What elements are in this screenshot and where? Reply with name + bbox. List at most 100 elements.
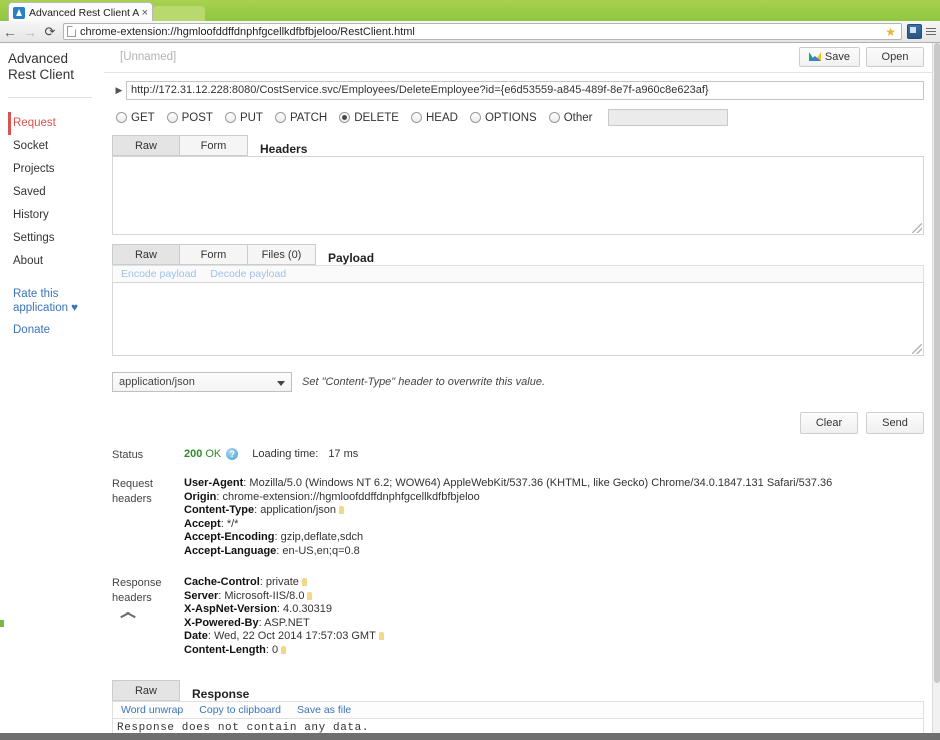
method-patch[interactable]: PATCH bbox=[274, 112, 327, 124]
hint-bulb-icon[interactable] bbox=[378, 632, 384, 640]
hint-bulb-icon[interactable] bbox=[301, 578, 307, 586]
chevron-up-icon[interactable] bbox=[120, 610, 136, 619]
encode-payload-link[interactable]: Encode payload bbox=[121, 268, 196, 280]
header-line: X-Powered-By: ASP.NET bbox=[184, 617, 932, 631]
resize-handle[interactable] bbox=[912, 223, 922, 233]
scrollbar-thumb[interactable] bbox=[934, 43, 940, 683]
tab-headers-form[interactable]: Form bbox=[180, 135, 248, 156]
header-line: Accept: */* bbox=[184, 518, 932, 532]
sidebar-item-label: Projects bbox=[13, 163, 55, 175]
clear-button[interactable]: Clear bbox=[800, 412, 858, 434]
favicon-icon bbox=[13, 6, 25, 19]
request-url-input[interactable]: http://172.31.12.228:8080/CostService.sv… bbox=[126, 81, 924, 100]
tab-label: Raw bbox=[134, 684, 157, 697]
radio-icon[interactable] bbox=[116, 112, 127, 123]
help-icon[interactable]: ? bbox=[226, 448, 239, 460]
bookmark-star-icon[interactable]: ★ bbox=[883, 25, 898, 39]
save-button-label: Save bbox=[824, 51, 850, 63]
radio-icon[interactable] bbox=[469, 112, 481, 123]
method-options[interactable]: OPTIONS bbox=[469, 111, 537, 124]
reload-icon[interactable]: ⟳ bbox=[40, 25, 60, 38]
radio-icon[interactable] bbox=[274, 112, 286, 123]
radio-icon[interactable] bbox=[410, 112, 422, 123]
header-value: */* bbox=[226, 517, 239, 530]
radio-icon-selected[interactable] bbox=[339, 112, 351, 123]
page-scrollbar[interactable] bbox=[932, 43, 940, 733]
custom-method-input[interactable] bbox=[608, 109, 729, 126]
decode-payload-link[interactable]: Decode payload bbox=[210, 268, 286, 280]
headers-tab-row: Raw Form Headers bbox=[112, 134, 924, 156]
donate-link[interactable]: Donate bbox=[8, 323, 104, 337]
rate-application-link[interactable]: Rate this application ♥ bbox=[8, 287, 104, 315]
method-put[interactable]: PUT bbox=[224, 112, 263, 124]
request-name-label[interactable]: [Unnamed] bbox=[120, 51, 176, 63]
radio-icon[interactable] bbox=[166, 112, 178, 123]
app-main: [Unnamed] Save Open ▶ http://172.31.12.2… bbox=[104, 43, 932, 733]
method-label: OPTIONS bbox=[484, 111, 537, 124]
method-get[interactable]: GET bbox=[116, 112, 155, 124]
save-as-file-link[interactable]: Save as file bbox=[297, 704, 351, 716]
method-post[interactable]: POST bbox=[166, 112, 213, 124]
loading-time-label: Loading time: bbox=[252, 448, 319, 460]
sidebar-item-socket[interactable]: Socket bbox=[8, 135, 104, 158]
page-info-icon bbox=[67, 26, 76, 37]
header-name: Cache-Control bbox=[184, 576, 260, 588]
new-tab-button[interactable] bbox=[153, 6, 205, 22]
hint-bulb-icon[interactable] bbox=[339, 506, 345, 514]
method-label: HEAD bbox=[425, 111, 458, 124]
headers-textarea[interactable] bbox=[112, 156, 924, 235]
sidebar-item-request[interactable]: Request bbox=[8, 112, 104, 135]
header-name: Content-Length bbox=[184, 643, 266, 656]
tab-label: Form bbox=[200, 248, 227, 261]
content-type-select[interactable]: application/json bbox=[112, 372, 292, 392]
method-label: Other bbox=[563, 111, 593, 124]
extension-icon[interactable] bbox=[907, 24, 922, 39]
method-head[interactable]: HEAD bbox=[410, 111, 458, 124]
radio-icon[interactable] bbox=[548, 112, 560, 123]
tab-payload-form[interactable]: Form bbox=[180, 244, 248, 265]
tab-response-raw[interactable]: Raw bbox=[112, 680, 180, 701]
http-method-group: GET POST PUT PATCH DELETE HEAD OPTIONS O… bbox=[116, 109, 932, 126]
payload-textarea[interactable] bbox=[112, 282, 924, 356]
hint-bulb-icon[interactable] bbox=[307, 591, 313, 600]
method-delete[interactable]: DELETE bbox=[339, 112, 399, 124]
header-line: Server: Microsoft-IIS/8.0 bbox=[184, 590, 932, 604]
sidebar-item-about[interactable]: About bbox=[8, 250, 104, 273]
radio-icon[interactable] bbox=[224, 112, 236, 123]
header-line: Date: Wed, 22 Oct 2014 17:57:03 GMT bbox=[184, 630, 932, 644]
close-icon[interactable]: × bbox=[139, 7, 148, 19]
address-bar-url: chrome-extension://hgmloofddffdnphfgcell… bbox=[80, 25, 415, 38]
sidebar-item-history[interactable]: History bbox=[8, 204, 104, 227]
tab-payload-files[interactable]: Files (0) bbox=[248, 244, 316, 265]
chrome-menu-icon[interactable] bbox=[925, 28, 937, 35]
tab-payload-raw[interactable]: Raw bbox=[112, 244, 180, 265]
payload-tab-row: Raw Form Files (0) Payload bbox=[112, 243, 924, 265]
address-bar[interactable]: chrome-extension://hgmloofddffdnphfgcell… bbox=[63, 23, 902, 40]
sidebar-item-projects[interactable]: Projects bbox=[8, 158, 104, 181]
back-icon[interactable]: ← bbox=[0, 25, 20, 39]
header-name: Server bbox=[184, 589, 219, 602]
open-button[interactable]: Open bbox=[866, 47, 924, 67]
content-type-hint: Set "Content-Type" header to overwrite t… bbox=[302, 376, 546, 388]
copy-to-clipboard-link[interactable]: Copy to clipboard bbox=[199, 704, 281, 716]
sidebar-item-saved[interactable]: Saved bbox=[8, 181, 104, 204]
browser-tab[interactable]: Advanced Rest Client App × bbox=[8, 2, 153, 22]
response-headers-row: Response headers Cache-Control: private … bbox=[112, 576, 932, 657]
word-unwrap-link[interactable]: Word unwrap bbox=[121, 704, 183, 716]
sidebar-item-settings[interactable]: Settings bbox=[8, 227, 104, 250]
expand-caret-icon[interactable]: ▶ bbox=[112, 85, 126, 96]
header-line: Content-Length: 0 bbox=[184, 644, 932, 658]
send-button[interactable]: Send bbox=[866, 412, 924, 434]
header-line: Accept-Encoding: gzip,deflate,sdch bbox=[184, 531, 932, 545]
sidebar-item-label: History bbox=[13, 209, 49, 221]
method-other[interactable]: Other bbox=[548, 111, 593, 124]
sidebar-divider bbox=[8, 97, 92, 98]
tab-headers-raw[interactable]: Raw bbox=[112, 135, 180, 156]
resize-handle[interactable] bbox=[912, 344, 922, 354]
hint-bulb-icon[interactable] bbox=[281, 645, 287, 654]
save-button[interactable]: Save bbox=[798, 47, 860, 67]
sidebar-item-label: Request bbox=[13, 117, 56, 129]
header-name: Content-Type bbox=[184, 504, 255, 516]
sidebar-item-label: About bbox=[13, 255, 44, 267]
edge-marker bbox=[0, 620, 4, 627]
